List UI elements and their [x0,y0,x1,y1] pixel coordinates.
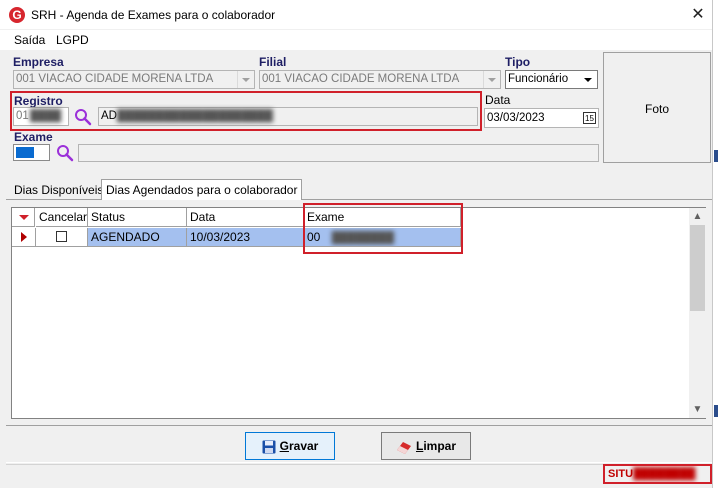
data-value: 03/03/2023 [487,112,545,124]
exame-code-selection [16,147,34,158]
background-marker [714,150,718,162]
cancelar-cell[interactable] [36,228,88,247]
empresa-label: Empresa [13,55,64,69]
gravar-button[interactable]: Gravar [245,432,335,460]
status-cell: AGENDADO [88,228,187,247]
current-row-arrow-icon [21,232,27,242]
data-label: Data [485,93,511,107]
grid-indicator-header[interactable] [12,208,35,227]
empresa-select[interactable]: 001 VIACAO CIDADE MORENA LTDA [13,70,255,89]
data-input[interactable]: 03/03/2023 15 [484,108,599,128]
chevron-down-icon[interactable] [580,71,597,88]
empresa-value: 001 VIACAO CIDADE MORENA LTDA [16,73,214,85]
tab-dias-disponiveis[interactable]: Dias Disponíveis [10,180,107,200]
registro-name-redacted: ████████████████████ [117,110,273,122]
status-text-value: SITU [608,468,634,480]
column-header-data[interactable]: Data [187,208,304,227]
exame-code-input[interactable] [13,144,50,161]
registro-label: Registro [14,94,63,108]
registro-code-input[interactable]: 01 ████ [13,107,69,126]
column-header-cancelar[interactable]: Cancelar [36,208,88,227]
app-logo-icon: G [9,7,25,23]
scroll-thumb[interactable] [690,225,705,311]
status-text: SITU████████ [603,464,712,484]
menu-item-lgpd[interactable]: LGPD [56,33,89,47]
eraser-icon [396,441,411,454]
registro-code-value: 01 [16,110,29,122]
status-text-redacted: ████████ [633,468,696,480]
search-icon[interactable] [74,108,92,126]
menu-item-saida[interactable]: Saída [14,33,45,47]
exame-column-highlight-box [303,203,463,254]
save-icon [262,440,276,454]
filial-value: 001 VIACAO CIDADE MORENA LTDA [262,73,460,85]
registro-code-redacted: ████ [30,110,62,122]
grid-scrollbar[interactable]: ▲ ▼ [689,208,706,418]
tipo-label: Tipo [505,55,531,69]
search-icon[interactable] [56,144,74,162]
calendar-icon[interactable]: 15 [583,112,596,124]
exame-description-field [78,144,599,162]
background-app-strip [712,0,718,488]
photo-label: Foto [644,102,669,116]
photo-panel[interactable]: Foto [603,52,711,163]
filial-label: Filial [259,55,287,69]
tipo-select[interactable]: Funcionário [505,70,598,89]
chevron-down-icon[interactable] [483,71,500,88]
data-cell: 10/03/2023 [187,228,304,247]
background-marker [714,405,718,417]
window-title: SRH - Agenda de Exames para o colaborado… [31,8,276,22]
button-panel [6,425,712,463]
chevron-down-icon[interactable] [237,71,254,88]
tipo-value: Funcionário [508,73,569,85]
registro-name-value: AD [101,110,117,122]
tab-dias-agendados[interactable]: Dias Agendados para o colaborador [101,179,303,200]
sort-triangle-icon [19,215,29,220]
close-icon[interactable]: ✕ [688,5,708,25]
registro-name-field: AD ████████████████████ [98,107,478,126]
filial-select[interactable]: 001 VIACAO CIDADE MORENA LTDA [259,70,501,89]
gravar-button-label: ravar [288,439,319,453]
column-header-status[interactable]: Status [88,208,187,227]
row-indicator [12,228,36,247]
limpar-button-label: impar [423,439,457,453]
menu-bar [0,30,712,50]
tab-label: Dias Disponíveis [14,183,104,197]
gravar-button-accel: G [279,439,289,453]
exame-label: Exame [14,130,53,144]
limpar-button[interactable]: Limpar [381,432,471,460]
scroll-up-icon[interactable]: ▲ [689,208,706,225]
tab-label: Dias Agendados para o colaborador [106,183,298,197]
cancelar-checkbox[interactable] [56,231,67,242]
scroll-down-icon[interactable]: ▼ [689,401,706,418]
